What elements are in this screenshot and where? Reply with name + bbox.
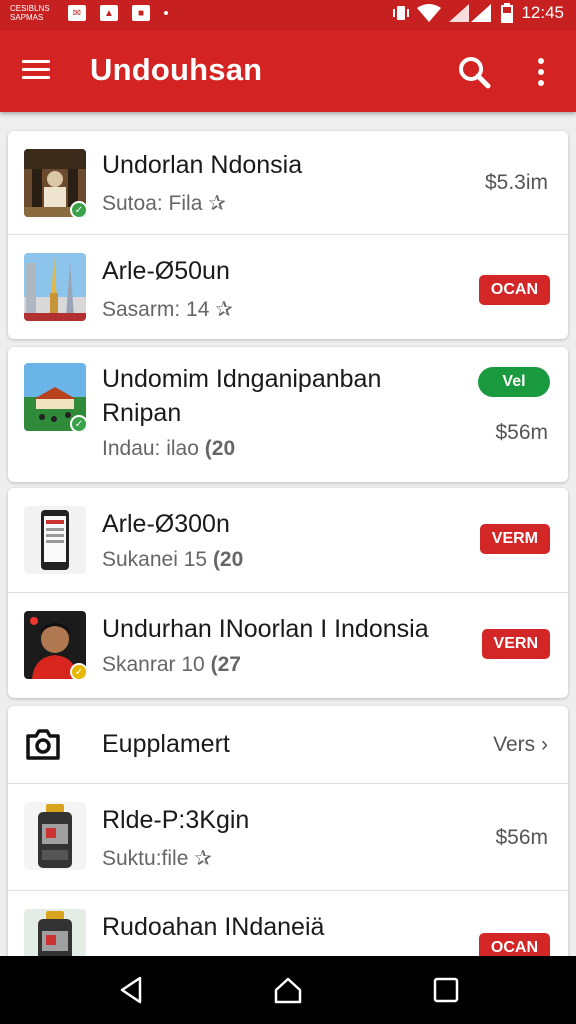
item-title: Arle-Ø300n <box>102 510 230 538</box>
recents-icon[interactable] <box>430 974 462 1006</box>
item-subtitle: Sutoa: Fila ✰ <box>102 192 226 215</box>
check-icon: ✓ <box>70 201 86 217</box>
status-badge[interactable]: OCAN <box>478 275 550 305</box>
signal-icon <box>449 4 492 22</box>
star-icon: ✰ <box>215 298 233 321</box>
list-item[interactable]: Rlde-P:3Kgin Suktu:file ✰ $56m <box>8 784 568 891</box>
towers-thumb <box>24 253 86 321</box>
status-badge[interactable]: VERN <box>481 629 550 659</box>
item-title-line2: Rnipan <box>102 399 182 427</box>
more-vert-icon[interactable] <box>528 54 554 90</box>
see-all-link[interactable]: Vers › <box>493 733 548 757</box>
item-title: Undurhan INoorlan I Indonsia <box>102 615 429 643</box>
person-thumb: ✓ <box>24 611 86 679</box>
item-size: $56m <box>495 826 548 849</box>
download-card: Arle-Ø300n Sukanei 15 (20 VERM ✓ Undurha… <box>8 488 568 698</box>
status-badge[interactable]: VERM <box>479 524 550 554</box>
temple-thumb: ✓ <box>24 363 86 431</box>
section-title: Eupplamert <box>102 730 230 758</box>
fort-thumb: ✓ <box>24 149 86 217</box>
notification-text: CESIBLNS SAPMAS <box>10 4 50 22</box>
item-size: $5.3im <box>484 171 548 194</box>
phone-thumb <box>24 506 86 574</box>
search-icon[interactable] <box>456 54 492 90</box>
status-bar: CESIBLNS SAPMAS ✉ ▲ ■ 12:45 <box>0 0 576 30</box>
item-subtitle: Indau: ilao (20 <box>102 437 236 460</box>
device-thumb <box>24 802 86 870</box>
image-icon: ▲ <box>100 5 118 21</box>
download-card: ✓ Undomim Idnganipanban Rnipan Indau: il… <box>8 347 568 482</box>
app-bar: Undouhsan <box>0 30 576 112</box>
item-title: Rudoahan INdaneiä <box>102 913 325 941</box>
vibrate-icon <box>393 6 410 20</box>
status-badge[interactable]: Vel <box>478 367 550 397</box>
check-icon: ✓ <box>70 415 86 431</box>
star-icon: ✰ <box>208 192 226 215</box>
item-subtitle: Sukanei 15 (20 <box>102 548 244 571</box>
mail-icon: ✉ <box>68 5 86 21</box>
item-count: (27 <box>210 653 241 676</box>
page-title: Undouhsan <box>90 52 263 87</box>
list-item[interactable]: ✓ Undomim Idnganipanban Rnipan Indau: il… <box>8 347 568 482</box>
item-title: Undomim Idnganipanban <box>102 365 382 393</box>
list-item[interactable]: Arle-Ø300n Sukanei 15 (20 VERM <box>8 488 568 593</box>
item-count: (20 <box>204 437 236 460</box>
item-title: Arle-Ø50un <box>102 257 230 285</box>
check-icon: ✓ <box>70 663 86 679</box>
download-card: ✓ Undorlan Ndonsia Sutoa: Fila ✰ $5.3im … <box>8 131 568 339</box>
back-icon[interactable] <box>116 974 148 1006</box>
item-title: Rlde-P:3Kgin <box>102 806 250 834</box>
home-icon[interactable] <box>272 974 304 1006</box>
wifi-icon <box>417 4 442 22</box>
menu-icon[interactable] <box>22 56 54 86</box>
item-subtitle: Sasarm: 14 ✰ <box>102 298 233 321</box>
list-item[interactable]: ✓ Undorlan Ndonsia Sutoa: Fila ✰ $5.3im <box>8 131 568 235</box>
chevron-right-icon: › <box>541 733 548 756</box>
list-item[interactable]: Arle-Ø50un Sasarm: 14 ✰ OCAN <box>8 235 568 339</box>
navigation-bar <box>0 956 576 1024</box>
list-item[interactable]: Rudoahan INdaneiä OCAN <box>8 891 568 966</box>
list-item[interactable]: ✓ Undurhan INoorlan I Indonsia Skanrar 1… <box>8 593 568 698</box>
clock: 12:45 <box>521 3 564 22</box>
dot-icon <box>164 11 168 15</box>
item-subtitle: Suktu:file ✰ <box>102 847 212 870</box>
item-count: (20 <box>212 548 244 571</box>
item-subtitle: Skanrar 10 (27 <box>102 653 241 676</box>
equipment-card: Eupplamert Vers › Rlde-P:3Kgin Suktu:fil… <box>8 706 568 966</box>
item-title: Undorlan Ndonsia <box>102 151 303 179</box>
battery-icon <box>501 3 514 23</box>
item-size: $56m <box>495 421 548 444</box>
star-icon: ✰ <box>194 847 212 870</box>
camera-icon <box>26 729 60 760</box>
chat-icon: ■ <box>132 5 150 21</box>
section-header[interactable]: Eupplamert Vers › <box>8 706 568 784</box>
